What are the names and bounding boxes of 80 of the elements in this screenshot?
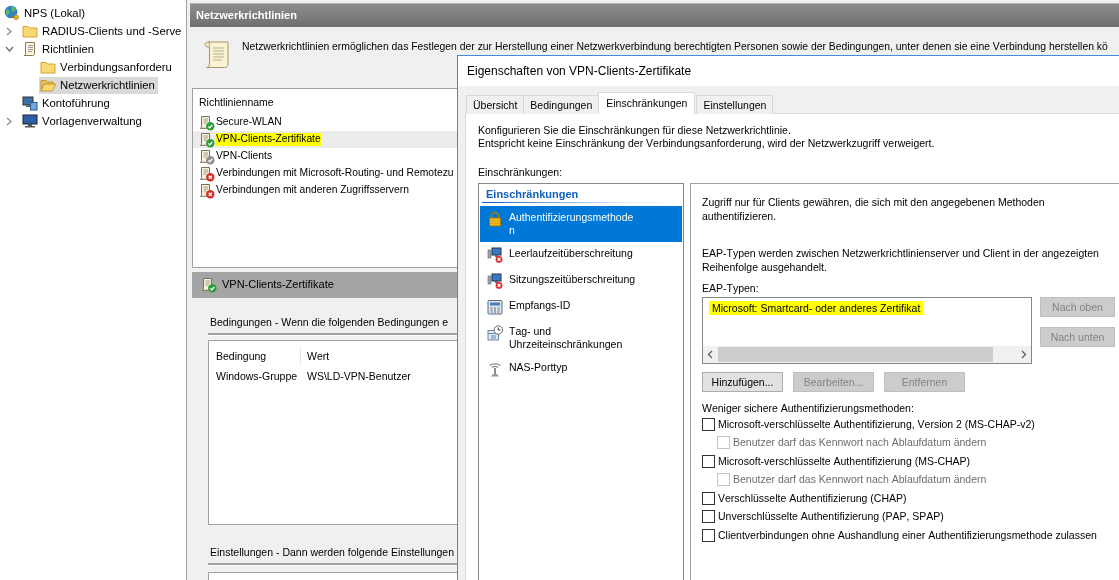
list-item[interactable]: Empfangs-ID (480, 294, 682, 321)
document-check-icon (199, 131, 215, 148)
policy-list-item[interactable]: Secure-WLAN (193, 114, 458, 132)
tree-item[interactable]: Netzwerkrichtlinien (39, 76, 158, 94)
scroll-right-icon[interactable] (1021, 350, 1027, 359)
list-heading: Einschränkungen (485, 187, 579, 201)
phone-icon (487, 299, 503, 316)
constraint-list[interactable]: Einschränkungen Authentifizierungsmethoden Leerlaufzeitüberschreitung Sitzungszeitüberschreitung Empfangs-ID Tag- und Uhrzeiteinschränkungen NAS-Porttyp (478, 183, 684, 580)
network-cross-icon (487, 273, 503, 290)
checkbox-label[interactable]: Unverschlüsselte Authentifizierung (PAP, SPAP) (718, 510, 944, 524)
section-heading: Bedingungen - Wenn die folgenden Bedingungen e (210, 316, 449, 329)
policy-list-item[interactable]: VPN-Clients (193, 148, 458, 166)
column-header[interactable]: Richtlinienname (193, 95, 276, 111)
list-item[interactable]: Authentifizierungsmethoden (480, 206, 682, 243)
info-text: Zugriff nur für Clients gewähren, die sich mit den angegebenen Methoden authentifizieren. (702, 195, 1046, 223)
tab[interactable]: Übersicht (466, 95, 525, 114)
chevron-right-icon[interactable] (5, 26, 13, 36)
list-item[interactable]: NAS-Porttyp (480, 356, 682, 383)
table-cell-text: Windows-Gruppe (215, 369, 299, 384)
padlock-icon (487, 211, 503, 228)
policy-list-item[interactable]: VPN-Clients-Zertifikate (193, 131, 458, 149)
document-check-icon (199, 114, 215, 131)
network-cross-icon (487, 247, 503, 264)
tree-item[interactable]: NPS (Lokal) (3, 4, 88, 22)
document-cross-icon (199, 165, 215, 182)
checkbox-label[interactable]: Microsoft-verschlüsselte Authentifizierung, Version 2 (MS-CHAP-v2) (718, 417, 1035, 431)
checkbox[interactable] (702, 510, 715, 524)
eap-type-list[interactable]: Microsoft: Smartcard- oder anderes Zertifikat (702, 297, 1032, 364)
tab[interactable]: Einstellungen (696, 95, 774, 114)
tab[interactable]: Einschränkungen (598, 92, 696, 114)
list-item[interactable]: Microsoft: Smartcard- oder anderes Zertifikat (709, 301, 924, 315)
policy-list-item[interactable]: Verbindungen mit anderen Zugriffsservern (193, 182, 458, 200)
field-label: Weniger sichere Authentifizierungsmethoden: (702, 402, 915, 415)
scroll-icon (22, 41, 38, 57)
scrollbar-thumb[interactable] (718, 347, 993, 362)
checkbox-label[interactable]: Microsoft-verschlüsselte Authentifizierung (MS-CHAP) (718, 454, 971, 468)
globe-icon (4, 5, 20, 21)
checkbox[interactable] (702, 454, 715, 468)
document-cross-icon (199, 182, 215, 199)
checkbox-label[interactable]: Clientverbindungen ohne Aushandlung einer Authentifizierungsmethode zulassen (718, 528, 1097, 542)
document-check-icon (199, 148, 215, 165)
antenna-icon (487, 361, 503, 378)
tree-item[interactable]: Vorlagenverwaltung (21, 112, 145, 130)
checkbox-label[interactable]: Verschlüsselte Authentifizierung (CHAP) (718, 491, 907, 505)
info-text: Entspricht keine Einschränkung der Verbindungsanforderung, wird der Netzwerkzugriff verweigert. (478, 137, 936, 150)
tree-item[interactable]: RADIUS-Clients und -Serve (21, 22, 185, 40)
folder-icon (22, 23, 38, 39)
checkbox[interactable] (702, 528, 715, 542)
field-label: Einschränkungen: (478, 166, 564, 179)
tab[interactable]: Bedingungen (523, 95, 600, 114)
details-title: VPN-Clients-Zertifikate (222, 278, 334, 292)
field-label: EAP-Typen: (702, 282, 760, 295)
info-text: EAP-Typen werden zwischen Netzwerkrichtlinienserver und Client in der angezeigten Reihenfolge ausgehandelt. (702, 246, 1100, 274)
list-item[interactable]: Leerlaufzeitüberschreitung (480, 242, 682, 269)
horizontal-scrollbar[interactable] (703, 346, 1031, 363)
checkbox[interactable] (702, 417, 715, 431)
list-item[interactable]: Sitzungszeitüberschreitung (480, 268, 682, 295)
description-text: Netzwerkrichtlinien ermöglichen das Festlegen der zur Herstellung einer Netzwerkverbindung berechtigten Personen sowie der Bedingungen, unter denen sie eine Verbindung herstellen kö (242, 40, 1108, 53)
tree-item[interactable]: Verbindungsanforderu (39, 58, 175, 76)
monitor-icon (22, 113, 38, 129)
chevron-right-icon[interactable] (5, 116, 13, 126)
document-check-icon (201, 277, 217, 293)
dialog-title: Eigenschaften von VPN-Clients-Zertifikate (458, 56, 1119, 86)
column-header[interactable]: Wert (301, 347, 330, 365)
calendar-clock-icon (487, 325, 503, 342)
table-cell-text: WS\LD-VPN-Benutzer (306, 369, 411, 384)
pane-header: Netzwerkrichtlinien (190, 3, 1119, 27)
info-text: Konfigurieren Sie die Einschränkungen für diese Netzwerkrichtlinie. (478, 124, 792, 137)
section-heading: Einstellungen - Dann werden folgende Einstellungen (210, 546, 454, 559)
list-item[interactable]: Tag- und Uhrzeiteinschränkungen (480, 320, 682, 357)
scroll-left-icon[interactable] (707, 350, 713, 359)
add-button[interactable]: Hinzufügen... (702, 372, 783, 392)
tree-item[interactable]: Kontoführung (21, 94, 113, 112)
column-header[interactable]: Bedingung (209, 347, 301, 365)
checkbox[interactable] (702, 491, 715, 505)
computer-icon (22, 95, 38, 111)
policy-list-item[interactable]: Verbindungen mit Microsoft-Routing- und Remotezu (193, 165, 458, 183)
open-folder-icon (40, 77, 56, 93)
chevron-down-icon[interactable] (5, 45, 14, 53)
tree-item[interactable]: Richtlinien (21, 40, 98, 58)
